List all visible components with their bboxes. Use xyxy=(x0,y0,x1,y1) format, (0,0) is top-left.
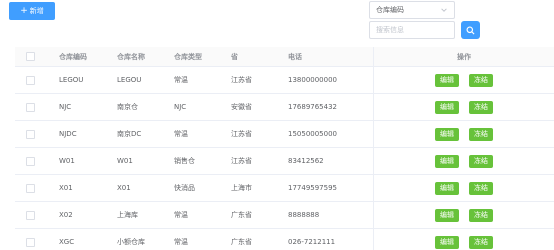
cell-type: 常温 xyxy=(174,130,188,138)
cell-province: 江苏省 xyxy=(231,157,252,165)
cell-province: 江苏省 xyxy=(231,76,252,84)
cell-phone: 026-7212111 xyxy=(288,238,336,246)
header-phone: 电话 xyxy=(288,52,302,61)
row-checkbox-cell[interactable] xyxy=(26,175,35,201)
cell-name: 南京仓 xyxy=(117,103,138,111)
edit-button[interactable]: 编辑 xyxy=(435,127,459,141)
cell-ops: 编辑 冻结 xyxy=(373,148,554,174)
row-checkbox[interactable] xyxy=(26,75,35,85)
warehouse-table: 仓库编码 仓库名称 仓库类型 省 电话 操作 LEGOU LEGOU 常温 江苏… xyxy=(15,47,554,250)
header-province: 省 xyxy=(231,52,238,61)
cell-name: X01 xyxy=(117,184,131,192)
edit-button[interactable]: 编辑 xyxy=(435,100,459,114)
freeze-button[interactable]: 冻结 xyxy=(469,208,493,222)
edit-button[interactable]: 编辑 xyxy=(435,181,459,195)
cell-name: 小额仓库 xyxy=(117,238,145,246)
cell-name: 上海库 xyxy=(117,211,138,219)
add-button-label: 新增 xyxy=(29,7,44,15)
cell-ops: 编辑 冻结 xyxy=(373,121,554,147)
cell-code: NJDC xyxy=(59,130,77,138)
cell-name: 南京DC xyxy=(117,130,142,138)
cell-code: X02 xyxy=(59,211,73,219)
cell-code: W01 xyxy=(59,157,75,165)
row-checkbox-cell[interactable] xyxy=(26,94,35,120)
cell-type: 常温 xyxy=(174,76,188,84)
edit-button[interactable]: 编辑 xyxy=(435,235,459,249)
table-row: LEGOU LEGOU 常温 江苏省 13800000000 编辑 冻结 xyxy=(15,67,554,94)
cell-phone: 8888888 xyxy=(288,211,320,219)
cell-phone: 15050005000 xyxy=(288,130,337,138)
cell-type: 快消品 xyxy=(174,184,195,192)
cell-code: NJC xyxy=(59,103,72,111)
cell-province: 安徽省 xyxy=(231,103,252,111)
select-all-checkbox-cell[interactable] xyxy=(26,47,35,66)
cell-type: NJC xyxy=(174,103,187,111)
freeze-button[interactable]: 冻结 xyxy=(469,235,493,249)
cell-phone: 13800000000 xyxy=(288,76,337,84)
cell-name: W01 xyxy=(117,157,133,165)
row-checkbox[interactable] xyxy=(26,237,35,247)
cell-type: 常温 xyxy=(174,211,188,219)
header-ops: 操作 xyxy=(373,47,554,66)
cell-province: 广东省 xyxy=(231,238,252,246)
cell-type: 销售仓 xyxy=(174,157,195,165)
table-header: 仓库编码 仓库名称 仓库类型 省 电话 操作 xyxy=(15,47,554,67)
header-type: 仓库类型 xyxy=(174,52,202,61)
table-row: W01 W01 销售仓 江苏省 83412562 编辑 冻结 xyxy=(15,148,554,175)
cell-code: X01 xyxy=(59,184,73,192)
search-button[interactable] xyxy=(461,21,480,39)
row-checkbox[interactable] xyxy=(26,210,35,220)
chevron-down-icon xyxy=(441,8,447,12)
plus-icon: + xyxy=(20,5,28,16)
row-checkbox[interactable] xyxy=(26,102,35,112)
cell-province: 江苏省 xyxy=(231,130,252,138)
freeze-button[interactable]: 冻结 xyxy=(469,100,493,114)
cell-phone: 17689765432 xyxy=(288,103,337,111)
row-checkbox-cell[interactable] xyxy=(26,67,35,93)
table-row: NJDC 南京DC 常温 江苏省 15050005000 编辑 冻结 xyxy=(15,121,554,148)
freeze-button[interactable]: 冻结 xyxy=(469,73,493,87)
cell-ops: 编辑 冻结 xyxy=(373,202,554,228)
table-row: XGC 小额仓库 常温 广东省 026-7212111 编辑 冻结 xyxy=(15,229,554,250)
cell-code: XGC xyxy=(59,238,75,246)
freeze-button[interactable]: 冻结 xyxy=(469,181,493,195)
freeze-button[interactable]: 冻结 xyxy=(469,127,493,141)
cell-phone: 83412562 xyxy=(288,157,324,165)
edit-button[interactable]: 编辑 xyxy=(435,73,459,87)
header-code: 仓库编码 xyxy=(59,52,87,61)
row-checkbox-cell[interactable] xyxy=(26,229,35,250)
select-all-checkbox[interactable] xyxy=(26,52,35,61)
row-checkbox[interactable] xyxy=(26,129,35,139)
row-checkbox[interactable] xyxy=(26,156,35,166)
cell-province: 上海市 xyxy=(231,184,252,192)
table-row: NJC 南京仓 NJC 安徽省 17689765432 编辑 冻结 xyxy=(15,94,554,121)
cell-type: 常温 xyxy=(174,238,188,246)
search-input[interactable] xyxy=(369,21,455,39)
search-icon xyxy=(466,25,475,35)
row-checkbox-cell[interactable] xyxy=(26,121,35,147)
filter-select[interactable]: 仓库编码 xyxy=(369,1,455,19)
cell-ops: 编辑 冻结 xyxy=(373,175,554,201)
header-name: 仓库名称 xyxy=(117,52,145,61)
add-button[interactable]: + 新增 xyxy=(9,2,55,20)
edit-button[interactable]: 编辑 xyxy=(435,154,459,168)
row-checkbox-cell[interactable] xyxy=(26,148,35,174)
filter-select-value: 仓库编码 xyxy=(376,6,404,14)
edit-button[interactable]: 编辑 xyxy=(435,208,459,222)
cell-ops: 编辑 冻结 xyxy=(373,94,554,120)
cell-ops: 编辑 冻结 xyxy=(373,229,554,250)
cell-province: 广东省 xyxy=(231,211,252,219)
cell-code: LEGOU xyxy=(59,76,84,84)
row-checkbox-cell[interactable] xyxy=(26,202,35,228)
freeze-button[interactable]: 冻结 xyxy=(469,154,493,168)
table-row: X02 上海库 常温 广东省 8888888 编辑 冻结 xyxy=(15,202,554,229)
cell-phone: 17749597595 xyxy=(288,184,337,192)
cell-ops: 编辑 冻结 xyxy=(373,67,554,93)
cell-name: LEGOU xyxy=(117,76,142,84)
row-checkbox[interactable] xyxy=(26,183,35,193)
table-row: X01 X01 快消品 上海市 17749597595 编辑 冻结 xyxy=(15,175,554,202)
